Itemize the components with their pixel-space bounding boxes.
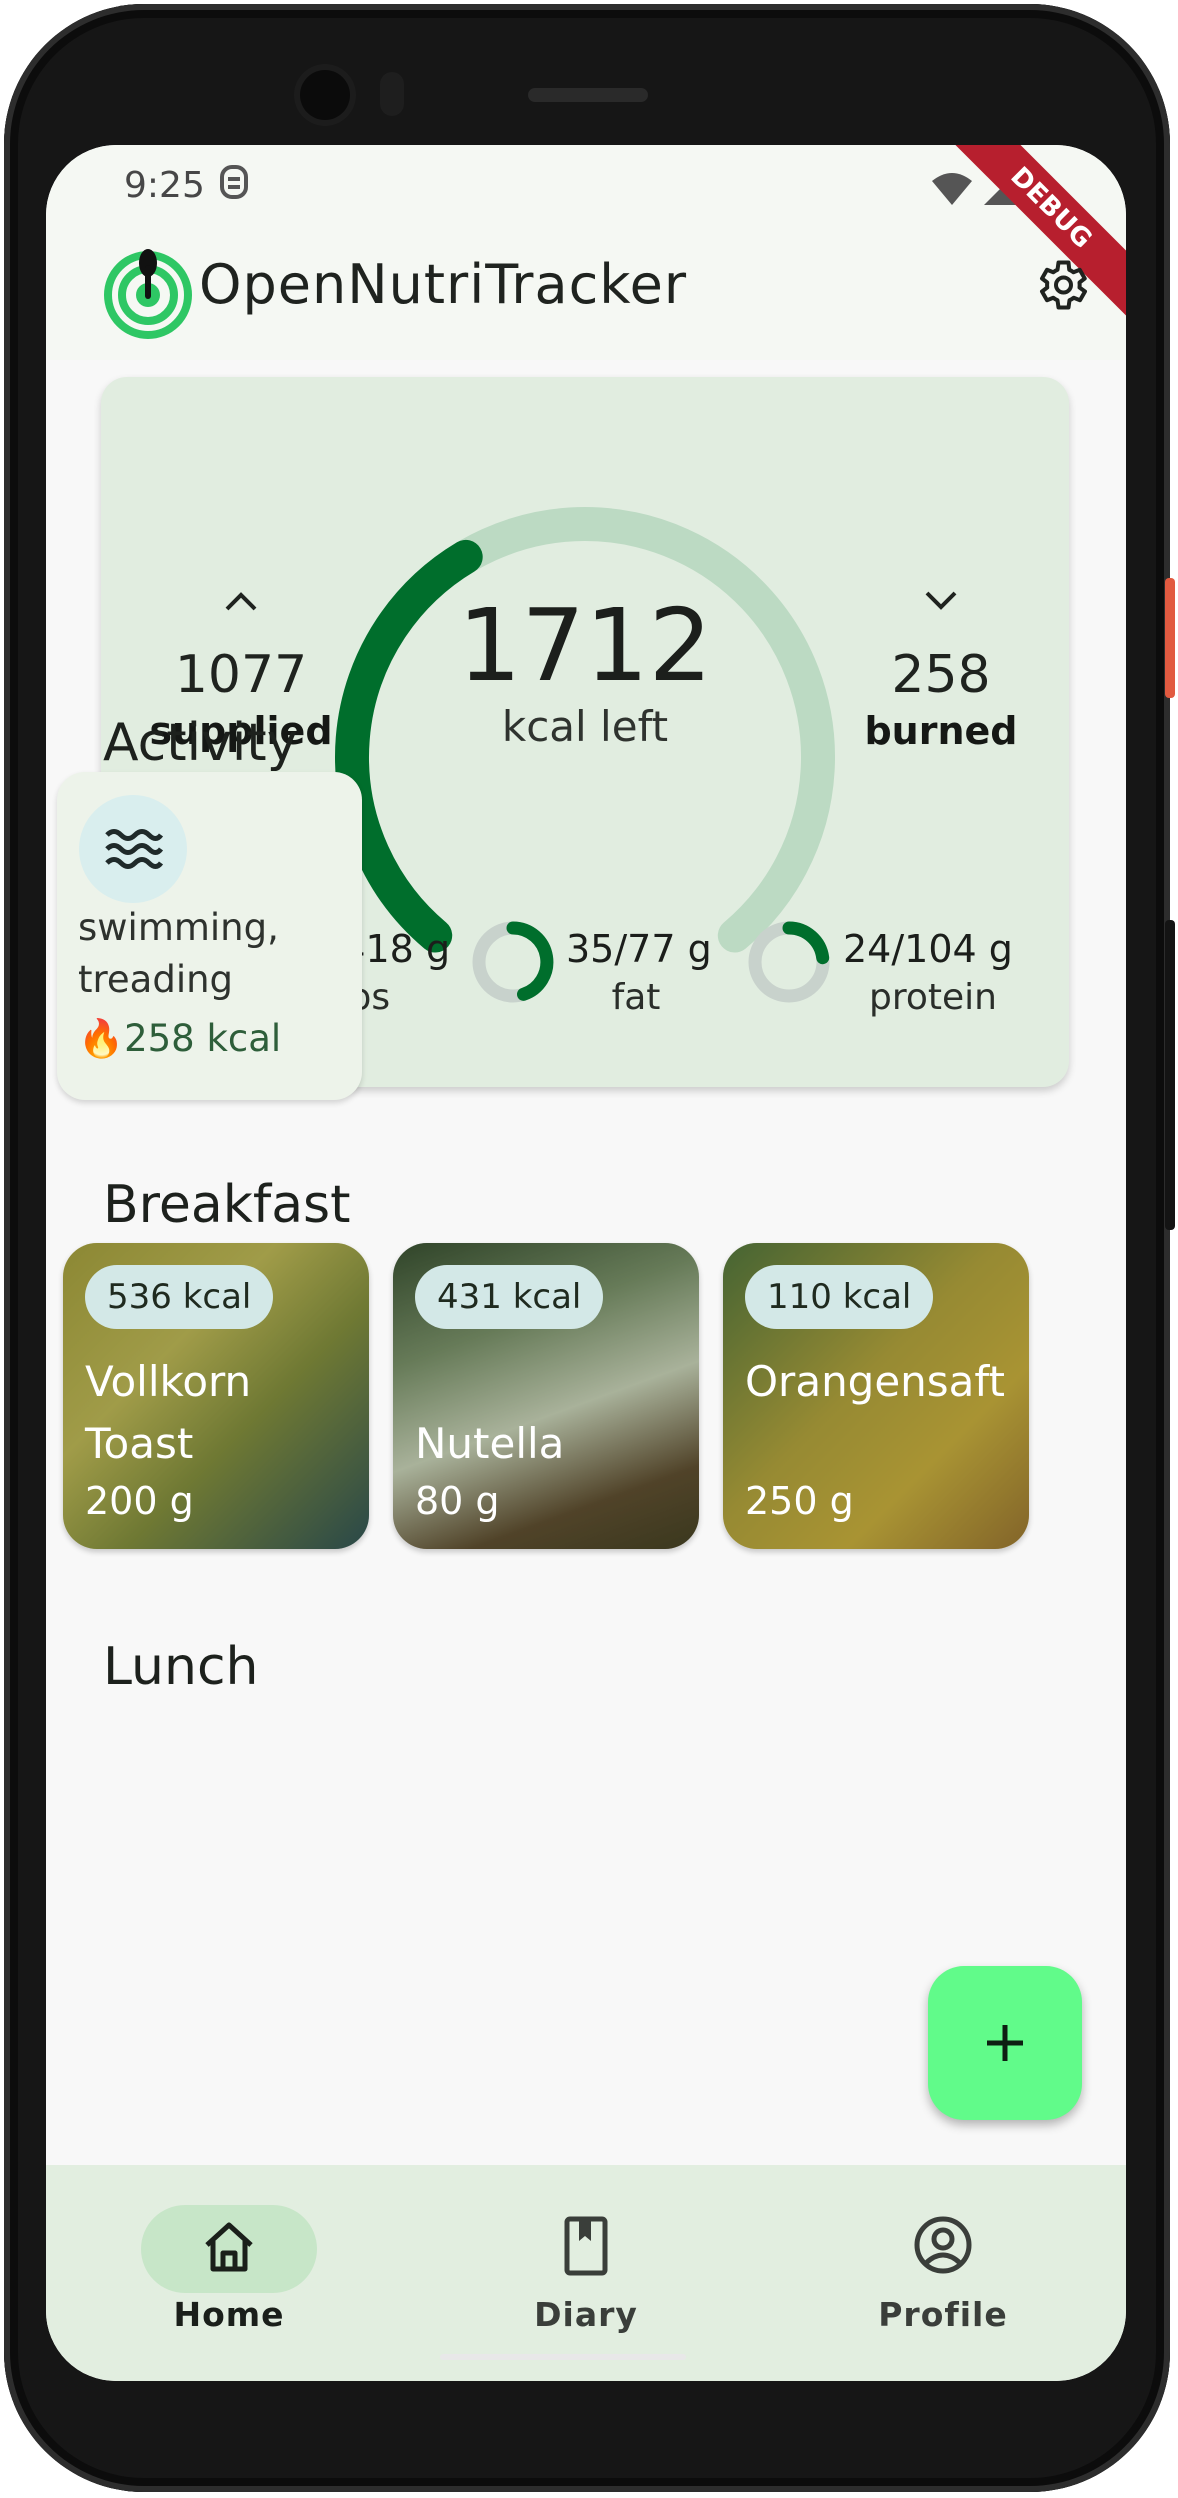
app-logo-icon [104, 249, 192, 339]
food-card-vollkorn-toast[interactable]: 536 kcal Vollkorn Toast 200 g [63, 1243, 369, 1549]
food-card-nutella[interactable]: 431 kcal Nutella 80 g [393, 1243, 699, 1549]
status-time: 9:25 [124, 165, 205, 206]
screen: 9:25 DEBUG OpenNutriTracker 1077 supplie… [46, 145, 1126, 2381]
sensor [380, 72, 404, 116]
food-kcal-badge: 536 kcal [85, 1265, 274, 1329]
bottom-navigation: Home Diary Profile [46, 2165, 1126, 2381]
activity-icon-badge [79, 795, 187, 903]
food-name: Orangensaft [745, 1357, 1005, 1406]
food-weight: 80 g [415, 1479, 500, 1523]
food-weight: 200 g [85, 1479, 194, 1523]
protein-value: 24/104 g [843, 927, 1013, 971]
waves-icon [105, 829, 163, 869]
nav-home-label: Home [173, 2295, 285, 2334]
activity-heading: Activity [103, 713, 298, 773]
add-item-fab[interactable] [928, 1966, 1082, 2120]
activity-kcal-value: 258 kcal [124, 1017, 282, 1060]
food-card-orangensaft[interactable]: 110 kcal Orangensaft 250 g [723, 1243, 1029, 1549]
book-icon [564, 2216, 608, 2276]
power-button [1165, 578, 1175, 698]
settings-gear-icon[interactable] [1031, 255, 1091, 315]
nav-profile-label: Profile [878, 2295, 1008, 2334]
food-kcal-badge: 431 kcal [415, 1265, 604, 1329]
flame-icon: 🔥 [78, 1017, 125, 1060]
breakfast-heading: Breakfast [103, 1175, 351, 1235]
account-circle-icon [914, 2216, 972, 2274]
food-name: Vollkorn Toast [85, 1357, 252, 1468]
protein-ring-progress [782, 921, 830, 965]
protein-label: protein [869, 977, 997, 1018]
lunch-heading: Lunch [103, 1637, 259, 1697]
nav-diary-label: Diary [534, 2295, 638, 2334]
burned-label: burned [864, 709, 1018, 753]
volume-button [1165, 920, 1175, 1230]
activity-card[interactable]: swimming, treading 🔥258 kcal [57, 772, 362, 1100]
nav-profile[interactable]: Profile [843, 2195, 1043, 2365]
food-kcal-badge: 110 kcal [745, 1265, 934, 1329]
food-name: Nutella [415, 1419, 565, 1468]
notification-icon [220, 165, 248, 199]
app-title: OpenNutriTracker [199, 253, 688, 316]
home-icon [205, 2222, 253, 2272]
activity-name: swimming, treading [78, 906, 279, 1001]
nav-diary[interactable]: Diary [486, 2195, 686, 2365]
earpiece [528, 88, 648, 102]
plus-icon [987, 2025, 1023, 2061]
fat-value: 35/77 g [566, 927, 712, 971]
front-camera [300, 70, 350, 120]
gesture-home-bar [440, 2354, 686, 2360]
fat-label: fat [611, 977, 661, 1018]
nav-home[interactable]: Home [129, 2195, 329, 2365]
chevron-down-icon [925, 591, 957, 610]
burned-value: 258 [891, 645, 991, 705]
fat-ring-progress [506, 921, 554, 1001]
top-app-bar: 9:25 DEBUG OpenNutriTracker [46, 145, 1126, 360]
activity-kcal: 🔥258 kcal [78, 1017, 281, 1061]
food-weight: 250 g [745, 1479, 854, 1523]
